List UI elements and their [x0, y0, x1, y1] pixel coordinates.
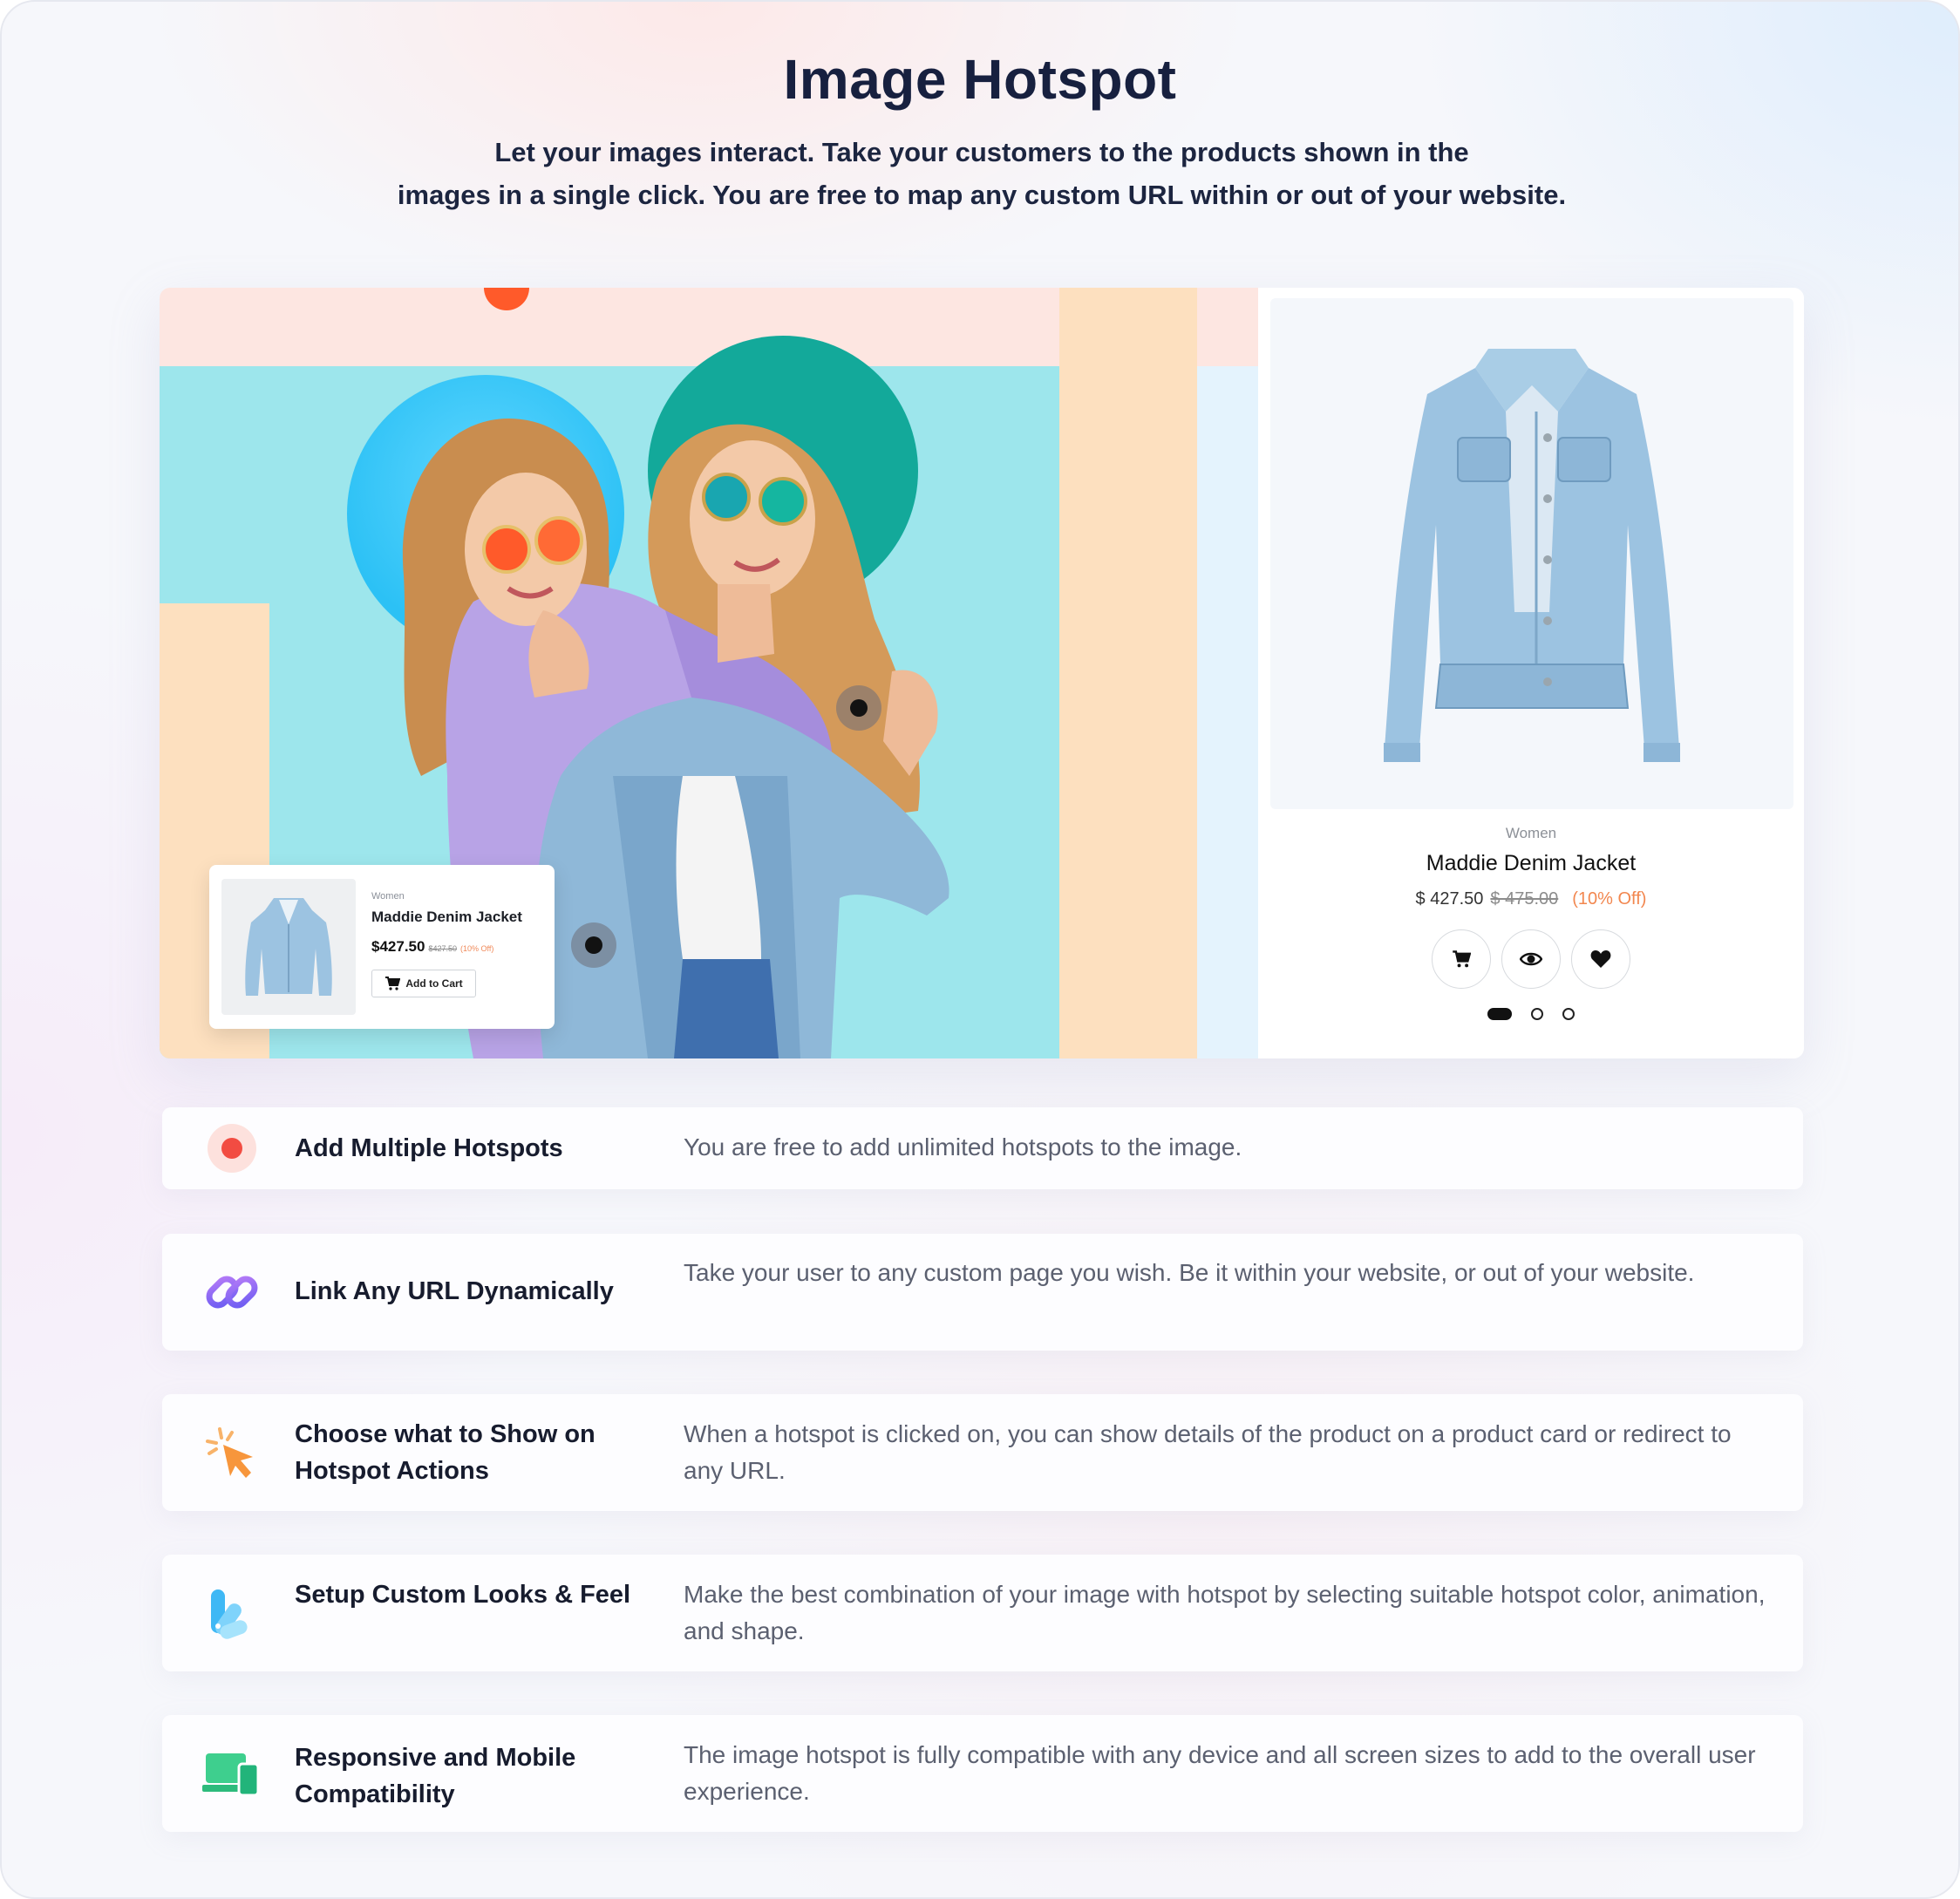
hotspot-showcase: Women Maddie Denim Jacket $427.50 $427.5… — [160, 288, 1804, 1058]
product-discount: (10% Off) — [1572, 889, 1647, 909]
product-price: $ 427.50 — [1415, 889, 1484, 909]
product-actions — [1258, 929, 1804, 989]
eye-icon — [1520, 952, 1542, 966]
add-to-cart-round-button[interactable] — [1432, 929, 1491, 989]
popup-product-price: $427.50 — [371, 938, 425, 955]
product-old-price: $ 475.00 — [1490, 889, 1559, 909]
cursor-click-icon — [206, 1427, 253, 1478]
hotspot-marker-shoulder[interactable] — [836, 685, 881, 731]
carousel-dots — [1258, 1008, 1804, 1020]
feature-title: Add Multiple Hotspots — [295, 1134, 563, 1162]
popup-product-category: Women — [371, 891, 405, 902]
feature-description: When a hotspot is clicked on, you can sh… — [684, 1420, 1732, 1484]
add-to-cart-label: Add to Cart — [405, 977, 463, 990]
cart-icon — [1453, 950, 1471, 968]
feature-row-link-url: Link Any URL Dynamically Take your user … — [162, 1234, 1803, 1351]
page-subtitle: Let your images interact. Take your cust… — [307, 131, 1657, 216]
product-category: Women — [1505, 825, 1557, 841]
feature-row-hotspot-actions: Choose what to Show on Hotspot Actions W… — [162, 1394, 1803, 1511]
product-image[interactable] — [1270, 298, 1793, 809]
carousel-dot-3[interactable] — [1562, 1008, 1575, 1020]
jacket-thumbnail-image — [245, 898, 332, 996]
page-title: Image Hotspot — [783, 48, 1177, 111]
feature-title: Link Any URL Dynamically — [295, 1277, 614, 1305]
wishlist-button[interactable] — [1571, 929, 1630, 989]
popup-discount: (10% Off) — [460, 944, 494, 953]
page: Image Hotspot Let your images interact. … — [0, 0, 1960, 1899]
link-icon — [206, 1276, 258, 1309]
carousel-dot-1[interactable] — [1487, 1008, 1512, 1020]
feature-title: Choose what to Show on Hotspot Actions — [295, 1420, 595, 1485]
product-card: Women Maddie Denim Jacket $ 427.50 $ 475… — [1258, 288, 1804, 1058]
devices-icon — [202, 1753, 260, 1797]
add-to-cart-button[interactable]: Add to Cart — [371, 970, 476, 997]
hero-image: Women Maddie Denim Jacket $427.50 $427.5… — [160, 288, 1258, 1058]
feature-description: You are free to add unlimited hotspots t… — [684, 1133, 1242, 1160]
feature-description: The image hotspot is fully compatible wi… — [684, 1741, 1756, 1805]
subtitle-line-2: images in a single click. You are free t… — [397, 180, 1567, 210]
feature-description: Take your user to any custom page you wi… — [684, 1259, 1695, 1286]
hotspot-product-popup[interactable]: Women Maddie Denim Jacket $427.50 $427.5… — [209, 865, 555, 1029]
hotspot-marker-jacket[interactable] — [571, 922, 616, 968]
feature-title: Setup Custom Looks & Feel — [295, 1581, 631, 1609]
product-name[interactable]: Maddie Denim Jacket — [1258, 851, 1804, 876]
cart-icon — [385, 977, 401, 990]
hotspot-dot-icon — [208, 1124, 256, 1173]
quick-view-button[interactable] — [1501, 929, 1561, 989]
subtitle-line-1: Let your images interact. Take your cust… — [494, 137, 1469, 167]
denim-jacket-image — [1384, 349, 1680, 762]
popup-product-name[interactable]: Maddie Denim Jacket — [371, 909, 522, 926]
popup-product-thumbnail — [221, 879, 356, 1015]
feature-description: Make the best combination of your image … — [684, 1581, 1766, 1644]
feature-row-multiple-hotspots: Add Multiple Hotspots You are free to ad… — [162, 1107, 1803, 1189]
heart-icon — [1590, 950, 1611, 968]
palette-icon — [211, 1589, 248, 1639]
product-price-row: $ 427.50 $ 475.00 (10% Off) — [1258, 889, 1804, 909]
feature-row-responsive: Responsive and Mobile Compatibility The … — [162, 1715, 1803, 1832]
popup-old-price: $427.50 — [428, 944, 457, 953]
feature-row-custom-looks: Setup Custom Looks & Feel Make the best … — [162, 1555, 1803, 1671]
feature-title: Responsive and Mobile Compatibility — [295, 1744, 576, 1808]
popup-price-row: $427.50 $427.50 (10% Off) — [371, 938, 493, 956]
carousel-dot-2[interactable] — [1531, 1008, 1543, 1020]
